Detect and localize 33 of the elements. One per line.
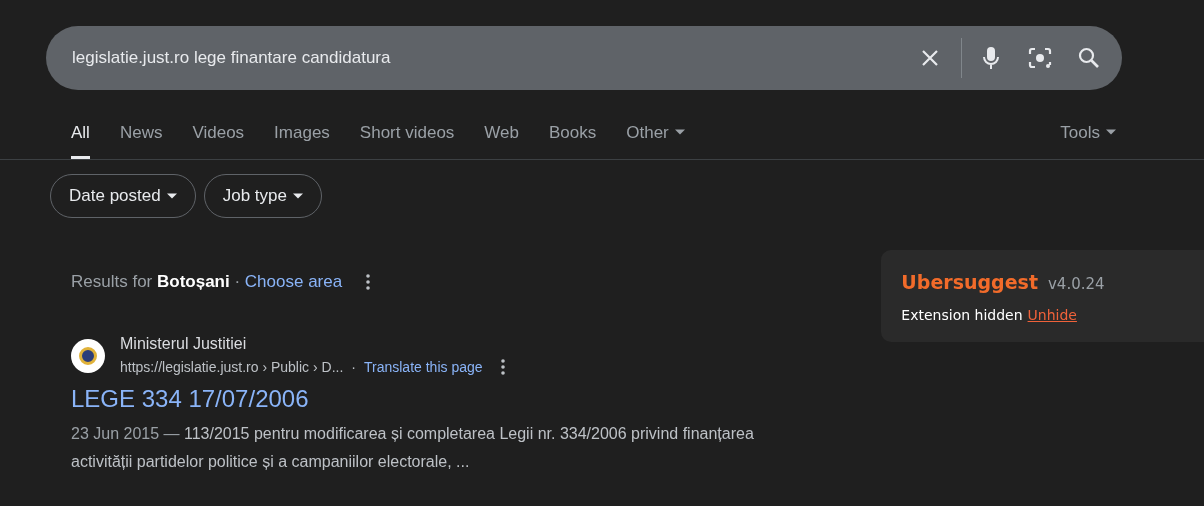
site-logo-icon xyxy=(71,339,105,373)
caret-icon xyxy=(166,193,177,199)
result-snippet: 23 Jun 2015 — 113/2015 pentru modificarea și completarea Legii nr. 334/2006 privind finanțarea activității partidelor politice și a campaniilor electorale, ... xyxy=(71,424,755,472)
translate-link[interactable]: Translate this page xyxy=(364,358,483,376)
choose-area-link[interactable]: Choose area xyxy=(244,272,343,292)
result-url: https://legislatie.just.ro › Public › D... xyxy=(120,358,344,376)
tab[interactable]: Other xyxy=(626,119,685,159)
caret-icon xyxy=(292,193,303,199)
more-icon[interactable] xyxy=(366,274,371,290)
more-icon[interactable] xyxy=(500,359,505,375)
tab[interactable]: News xyxy=(119,119,163,159)
extension-version: v4.0.24 xyxy=(1047,274,1105,295)
tab[interactable]: Web xyxy=(484,119,519,159)
tab[interactable]: All xyxy=(71,119,90,159)
tab[interactable]: Short videos xyxy=(359,119,455,159)
search-field[interactable]: legislatie.just.ro lege finantare candidatura xyxy=(46,26,1122,90)
extension-status: Extension hidden xyxy=(901,305,1023,325)
extension-name: Ubersuggest xyxy=(901,270,1038,295)
tools-button[interactable]: Tools xyxy=(1060,119,1116,159)
tab[interactable]: Images xyxy=(274,119,330,159)
tab[interactable]: Books xyxy=(549,119,597,159)
tab[interactable]: Videos xyxy=(192,119,245,159)
site-name: Ministerul Justitiei xyxy=(120,334,248,354)
camera-icon[interactable] xyxy=(1028,47,1052,69)
search-icon[interactable] xyxy=(1078,47,1100,69)
unhide-link[interactable]: Unhide xyxy=(1027,304,1077,326)
separator: · xyxy=(351,358,356,376)
result-title-link[interactable]: LEGE 334 17/07/2006 xyxy=(71,384,877,414)
microphone-icon[interactable] xyxy=(982,46,1000,70)
location-text: Results for Botoșani · Choose area xyxy=(71,271,343,294)
caret-icon xyxy=(1106,129,1116,136)
search-input[interactable]: legislatie.just.ro lege finantare candidatura xyxy=(72,45,921,71)
close-icon[interactable] xyxy=(921,49,939,67)
